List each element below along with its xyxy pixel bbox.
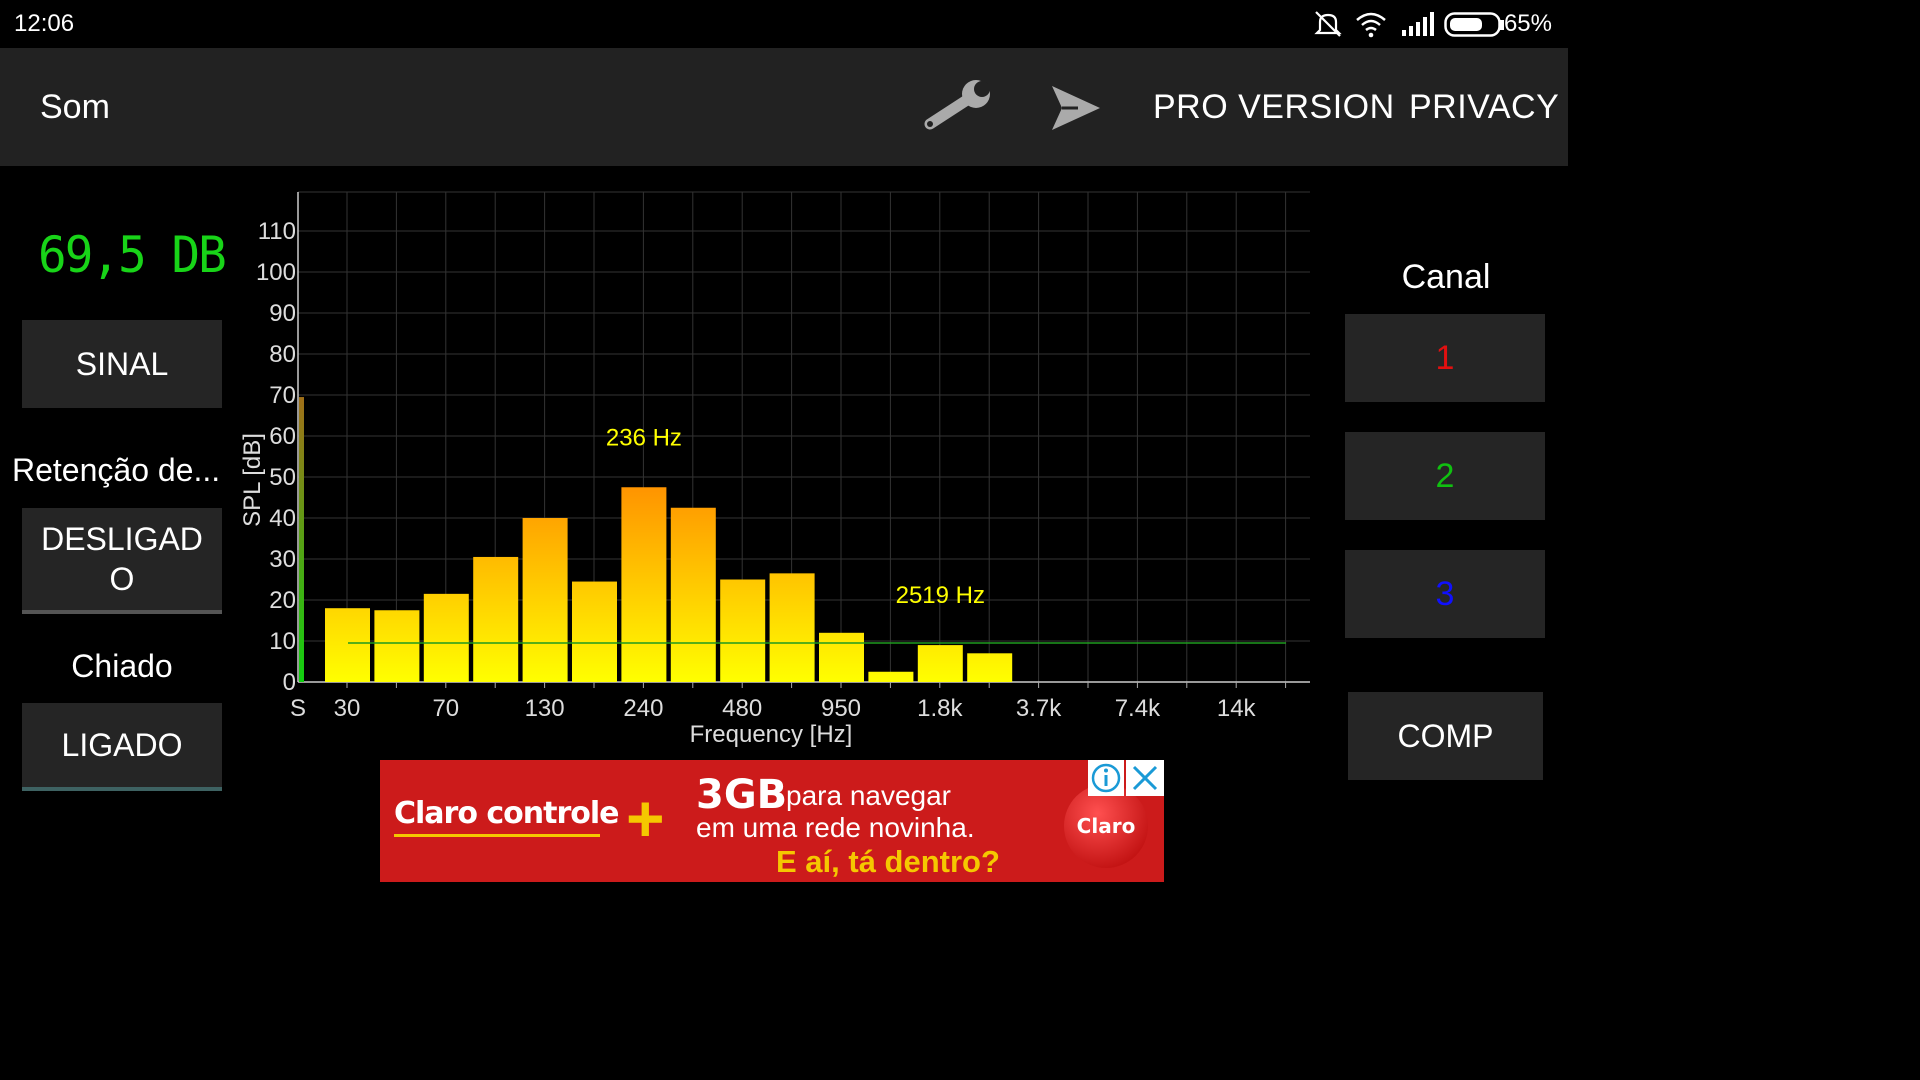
y-tick-label: 60 [269,423,296,450]
y-tick-label: 70 [269,382,296,409]
channel-2-button[interactable]: 2 [1345,432,1545,520]
info-icon[interactable] [1088,760,1124,796]
channel-3-button[interactable]: 3 [1345,550,1545,638]
x-tick-label: 130 [525,695,565,722]
app-title: Som [40,88,110,126]
y-tick-label: 40 [269,505,296,532]
y-tick-label: 100 [256,259,296,286]
x-tick-label: S [290,695,306,722]
sinal-button[interactable]: SINAL [22,320,222,408]
x-axis-ticks: S 30 70 130 240 480 950 1.8k 3.7k 7.4k 14k [290,695,1257,722]
spectrum-bar [720,579,766,682]
y-tick-label: 20 [269,587,296,614]
privacy-button[interactable]: PRIVACY [1409,88,1559,127]
close-icon[interactable] [1126,760,1164,796]
peak-label: 236 Hz [606,424,682,451]
y-tick-label: 110 [258,218,296,245]
y-tick-label: 80 [269,341,296,368]
x-axis-label: Frequency [Hz] [690,721,853,748]
spectrum-bar [670,507,716,682]
peak-label: 2519 Hz [896,582,985,609]
y-tick-label: 50 [269,464,296,491]
app-bar: Som PRO VERSION PRIVACY [0,48,1568,166]
spectrum-bar [374,610,420,682]
x-tick-label: 7.4k [1115,695,1161,722]
battery-percentage: 65% [1503,10,1552,37]
spectrum-bar [868,671,914,682]
comp-button[interactable]: COMP [1348,692,1543,780]
spectrum-bar [819,632,864,682]
y-tick-label: 30 [269,546,296,573]
status-time: 12:06 [14,10,75,37]
bars [299,397,1286,682]
spectrum-bar [522,518,568,682]
x-tick-label: 480 [722,695,762,722]
x-tick-label: 14k [1217,695,1257,722]
ad-brand-underline [394,834,600,837]
x-tick-label: 30 [334,695,361,722]
spectrum-bar [967,653,1013,682]
channel-label: Canal [1401,258,1491,296]
x-tick-label: 240 [623,695,663,722]
ad-brand: Claro controle [394,796,620,831]
spectrum-bar [423,593,469,682]
ad-line-3: E aí, tá dentro? [776,844,1000,879]
y-axis-label: SPL [dB] [239,433,266,527]
pro-version-button[interactable]: PRO VERSION [1153,88,1395,127]
battery-icon [1444,12,1504,37]
spectrum-bar [917,645,963,682]
channel-1-button[interactable]: 1 [1345,314,1545,402]
x-tick-label: 3.7k [1016,695,1062,722]
spectrum-bar [769,573,815,682]
spectrum-bar [621,487,667,682]
db-readout: 69,5 DB [38,226,227,284]
mute-icon [1314,11,1342,37]
sum-level-bar [299,397,304,682]
wrench-icon[interactable] [920,78,996,136]
y-tick-label: 90 [269,300,296,327]
noise-toggle-button[interactable]: LIGADO [22,703,222,791]
ad-line-1: para navegar [786,780,952,811]
ad-line-2: em uma rede novinha. [696,812,975,843]
spectrum-bar [325,608,370,682]
ad-banner[interactable]: Claro controle + 3GB para navegar em uma… [380,760,1164,882]
signal-icon [1402,12,1434,36]
spectrum-bar [473,556,519,682]
ad-logo: Claro [1064,784,1148,868]
spectrum-bar [572,581,617,682]
x-tick-label: 1.8k [917,695,963,722]
wifi-icon [1356,12,1386,38]
y-tick-label: 0 [283,669,296,696]
y-tick-label: 10 [269,628,296,655]
ad-plus: + [626,781,665,855]
noise-label: Chiado [71,648,173,684]
spectrum-chart: 0 10 20 30 40 50 60 70 80 90 100 110 S 30 70 130 240 480… [239,191,1310,748]
retention-label: Retenção de... [12,452,221,488]
send-icon[interactable] [1048,84,1102,134]
status-bar: 12:06 65% [0,0,1568,48]
x-tick-label: 70 [432,695,459,722]
x-tick-label: 950 [821,695,861,722]
retention-toggle-button[interactable]: DESLIGADO [22,508,222,614]
